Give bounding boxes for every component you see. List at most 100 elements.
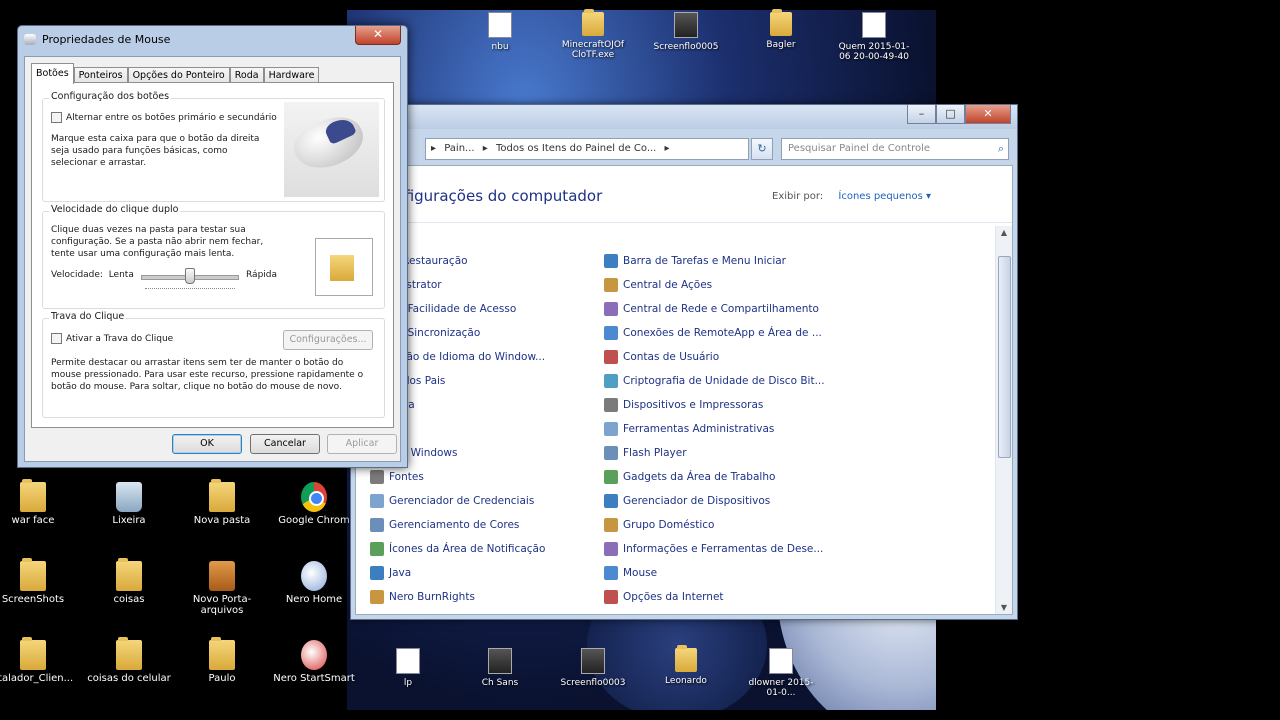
image-icon (488, 648, 512, 674)
control-panel-item[interactable]: Contas de Usuário (604, 349, 719, 365)
cancel-button[interactable]: Cancelar (250, 434, 320, 454)
refresh-button[interactable]: ↻ (751, 138, 773, 160)
search-input[interactable]: Pesquisar Painel de Controle ⌕ (781, 138, 1009, 160)
desktop-icon[interactable]: Google Chrom (268, 482, 360, 526)
desktop-icon[interactable]: Nova pasta (176, 479, 268, 526)
dialog-title: Propriedades de Mouse (42, 33, 171, 46)
control-panel-item[interactable]: Ícones da Área de Notificação (370, 541, 545, 557)
desktop-icon[interactable]: Screenflo0005 (648, 12, 724, 52)
slow-label: Lenta (108, 270, 134, 280)
click-lock-checkbox[interactable] (51, 333, 62, 344)
desktop-icon[interactable]: MinecraftOJOf CloTF.exe (555, 9, 631, 60)
control-panel-item-label: Ferramentas Administrativas (623, 423, 775, 435)
desktop-icon[interactable]: Paulo (176, 637, 268, 684)
tab-botoes[interactable]: Botões (31, 63, 74, 84)
desktop-icon[interactable]: Lixeira (83, 482, 175, 526)
address-bar[interactable]: ▸ Pain... ▸ Todos os Itens do Painel de … (425, 138, 749, 160)
desktop-icon[interactable]: nbu (462, 12, 538, 52)
desktop-icon[interactable]: coisas do celular (83, 637, 175, 684)
desktop-icon-label: coisas do celular (87, 673, 171, 684)
control-panel-item-icon (604, 302, 618, 316)
click-lock-option[interactable]: Ativar a Trava do Clique (51, 333, 173, 345)
control-panel-item-label: Java (389, 567, 412, 579)
minimize-button[interactable]: – (907, 105, 936, 124)
desktop-icon-label: Nero StartSmart (273, 673, 355, 684)
control-panel-item-label: Central de Ações (623, 279, 713, 291)
desktop-icon[interactable]: Novo Porta-arquivos (176, 561, 268, 616)
close-button[interactable]: ✕ (965, 105, 1011, 124)
control-panel-item-label: Grupo Doméstico (623, 519, 715, 531)
recycle-bin-icon (116, 482, 142, 512)
desktop-icon[interactable]: Bagler (743, 9, 819, 50)
desktop-icon[interactable]: Screenflo0003 (555, 648, 631, 688)
breadcrumb-item-painel[interactable]: Pain... (444, 143, 474, 154)
ok-button[interactable]: OK (172, 434, 242, 454)
desktop-icon-label: Bagler (766, 40, 796, 50)
swap-buttons-checkbox[interactable] (51, 112, 62, 123)
breadcrumb-item-todos[interactable]: Todos os Itens do Painel de Co... (496, 143, 656, 154)
scroll-down-arrow[interactable]: ▼ (996, 603, 1012, 612)
desktop-icon[interactable]: Ch Sans (462, 648, 538, 688)
button-config-group: Configuração dos botões Alternar entre o… (42, 91, 385, 202)
desktop-icon[interactable]: stalador_Clien... (0, 637, 79, 684)
view-by-dropdown[interactable]: Ícones pequenos ▾ (838, 191, 931, 202)
control-panel-item[interactable]: Informações e Ferramentas de Dese... (604, 541, 823, 557)
apply-button[interactable]: Aplicar (327, 434, 397, 454)
control-panel-item[interactable]: Java (370, 565, 411, 581)
scrollbar-thumb[interactable] (998, 256, 1011, 458)
desktop-icon-label: nbu (491, 42, 509, 52)
control-panel-item[interactable]: Conexões de RemoteApp e Área de ... (604, 325, 822, 341)
control-panel-item[interactable]: Fontes (370, 469, 424, 485)
control-panel-item[interactable]: Barra de Tarefas e Menu Iniciar (604, 253, 786, 269)
test-folder[interactable] (315, 238, 373, 296)
control-panel-item-icon (604, 278, 618, 292)
control-panel-item[interactable]: Central de Ações (604, 277, 712, 293)
desktop-icon-label: Lixeira (112, 515, 146, 526)
control-panel-item[interactable]: Central de Rede e Compartilhamento (604, 301, 819, 317)
vertical-scrollbar[interactable]: ▲ ▼ (995, 226, 1012, 614)
desktop-icon[interactable]: Nero StartSmart (268, 640, 360, 684)
desktop-icon[interactable]: dlowner 2015-01-0... (743, 648, 819, 698)
control-panel-item[interactable]: Gadgets da Área de Trabalho (604, 469, 775, 485)
control-panel-item[interactable]: Nero BurnRights (370, 589, 475, 605)
dialog-titlebar[interactable]: Propriedades de Mouse ✕ (18, 26, 407, 52)
swap-buttons-label[interactable]: Alternar entre os botões primário e secu… (66, 113, 277, 123)
breadcrumb-separator: ▸ (431, 143, 437, 154)
click-lock-label[interactable]: Ativar a Trava do Clique (66, 334, 173, 344)
desktop-icon[interactable]: lp (370, 648, 446, 688)
desktop-icon-label: Paulo (208, 673, 236, 684)
desktop-icon[interactable]: Quem 2015-01-06 20-00-49-40 (836, 12, 912, 62)
desktop-icon-label: Nova pasta (193, 515, 251, 526)
desktop-icon-label: dlowner 2015-01-0... (748, 678, 814, 698)
control-panel-item[interactable]: Gerenciamento de Cores (370, 517, 519, 533)
desktop-icon[interactable]: war face (0, 479, 79, 526)
control-panel-item[interactable]: Mouse (604, 565, 657, 581)
control-panel-item[interactable]: Opções da Internet (604, 589, 724, 605)
control-panel-item[interactable]: Criptografia de Unidade de Disco Bit... (604, 373, 825, 389)
control-panel-titlebar[interactable]: – □ ✕ (351, 105, 1017, 129)
desktop-icon[interactable]: Leonardo (648, 645, 724, 686)
control-panel-item[interactable]: Dispositivos e Impressoras (604, 397, 763, 413)
desktop-icon-label: Nero Home (285, 594, 343, 605)
control-panel-item[interactable]: Ferramentas Administrativas (604, 421, 774, 437)
group-label: Configuração dos botões (49, 91, 172, 102)
scroll-up-arrow[interactable]: ▲ (996, 228, 1012, 237)
desktop-icon[interactable]: coisas (83, 558, 175, 605)
control-panel-item-icon (604, 518, 618, 532)
control-panel-item[interactable]: Flash Player (604, 445, 687, 461)
control-panel-item[interactable]: Gerenciador de Dispositivos (604, 493, 770, 509)
control-panel-header: as configurações do computador Exibir po… (356, 166, 1012, 223)
desktop-icon[interactable]: ScreenShots (0, 558, 79, 605)
maximize-button[interactable]: □ (936, 105, 965, 124)
search-icon[interactable]: ⌕ (998, 139, 1004, 159)
click-lock-settings-button[interactable]: Configurações... (283, 330, 373, 350)
control-panel-item[interactable]: Gerenciador de Credenciais (370, 493, 534, 509)
slider-thumb[interactable] (185, 268, 195, 284)
close-button[interactable]: ✕ (355, 26, 401, 45)
swap-buttons-option[interactable]: Alternar entre os botões primário e secu… (51, 112, 277, 124)
control-panel-item[interactable]: Grupo Doméstico (604, 517, 714, 533)
control-panel-item-label: Criptografia de Unidade de Disco Bit... (623, 375, 825, 387)
document-icon (769, 648, 793, 674)
control-panel-item-icon (604, 494, 618, 508)
desktop-icon[interactable]: Nero Home (268, 561, 360, 605)
